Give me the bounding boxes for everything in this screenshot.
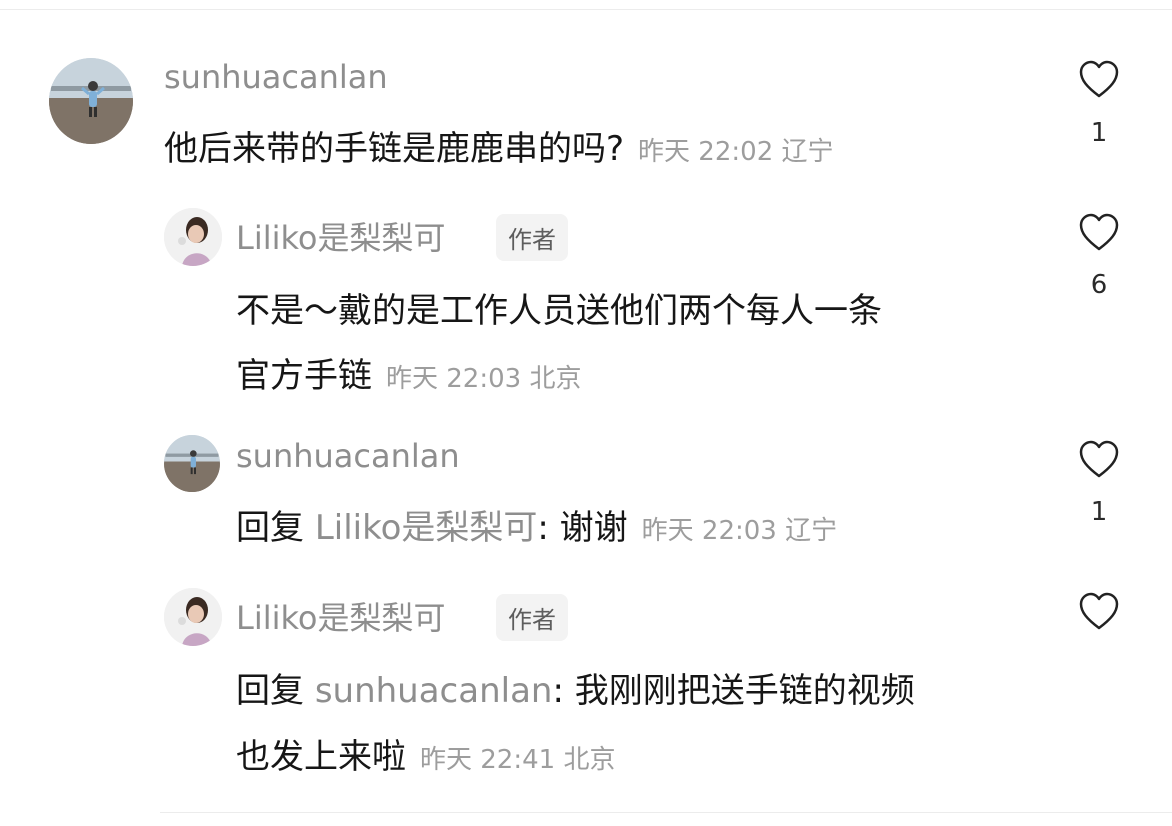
author-badge: 作者 (496, 594, 568, 641)
avatar[interactable] (164, 435, 220, 492)
username[interactable]: Liliko是梨梨可 (236, 593, 445, 639)
comment-text-line-1: : 我刚刚把送手链的视频 (552, 671, 915, 711)
comment-meta: 昨天 22:03 辽宁 (641, 516, 838, 546)
comment-text-line-2: 官方手链 (236, 356, 372, 396)
comment-meta: 昨天 22:03 北京 (386, 364, 582, 394)
comment-text-line-1: : 谢谢 (537, 508, 628, 548)
landscape-avatar-icon (164, 435, 220, 492)
comment-text: 官方手链 昨天 22:03 北京 (236, 348, 581, 397)
heart-icon[interactable] (1078, 213, 1120, 253)
comment-thread: sunhuacanlan 他后来带的手链是鹿鹿串的吗? 昨天 22:02 辽宁 1… (0, 0, 1172, 826)
comment-text-line-2: 也发上来啦 (236, 737, 406, 777)
comment-meta: 昨天 22:02 辽宁 (638, 137, 834, 167)
comment-text: 回复 Liliko是梨梨可: 谢谢 昨天 22:03 辽宁 (236, 500, 837, 549)
reply-mention[interactable]: Liliko是梨梨可 (315, 508, 538, 548)
username[interactable]: sunhuacanlan (164, 58, 388, 96)
reply-mention[interactable]: sunhuacanlan (315, 671, 553, 711)
comment-text: 回复 sunhuacanlan: 我刚刚把送手链的视频 (236, 663, 915, 712)
avatar[interactable] (164, 208, 222, 266)
bottom-divider (160, 812, 1172, 813)
avatar[interactable] (164, 588, 222, 646)
girl-avatar-icon (164, 588, 222, 646)
comment-text: 也发上来啦 昨天 22:41 北京 (236, 729, 615, 778)
heart-icon[interactable] (1078, 60, 1120, 100)
top-divider (0, 9, 1172, 10)
avatar[interactable] (49, 58, 133, 144)
comment-text-line-1: 不是～戴的是工作人员送他们两个每人一条 (236, 291, 882, 331)
author-badge: 作者 (496, 214, 568, 261)
reply-prefix: 回复 (236, 671, 304, 711)
comment-meta: 昨天 22:41 北京 (420, 745, 616, 775)
like-count: 6 (1090, 270, 1108, 300)
reply-prefix: 回复 (236, 508, 304, 548)
heart-icon[interactable] (1078, 592, 1120, 632)
username[interactable]: Liliko是梨梨可 (236, 213, 445, 259)
heart-icon[interactable] (1078, 440, 1120, 480)
comment-text: 他后来带的手链是鹿鹿串的吗? 昨天 22:02 辽宁 (164, 121, 834, 170)
landscape-avatar-icon (49, 58, 133, 144)
like-count: 1 (1090, 497, 1108, 527)
username[interactable]: sunhuacanlan (236, 437, 460, 475)
like-count: 1 (1090, 118, 1108, 148)
comment-text-line-1: 他后来带的手链是鹿鹿串的吗? (164, 129, 625, 169)
girl-avatar-icon (164, 208, 222, 266)
